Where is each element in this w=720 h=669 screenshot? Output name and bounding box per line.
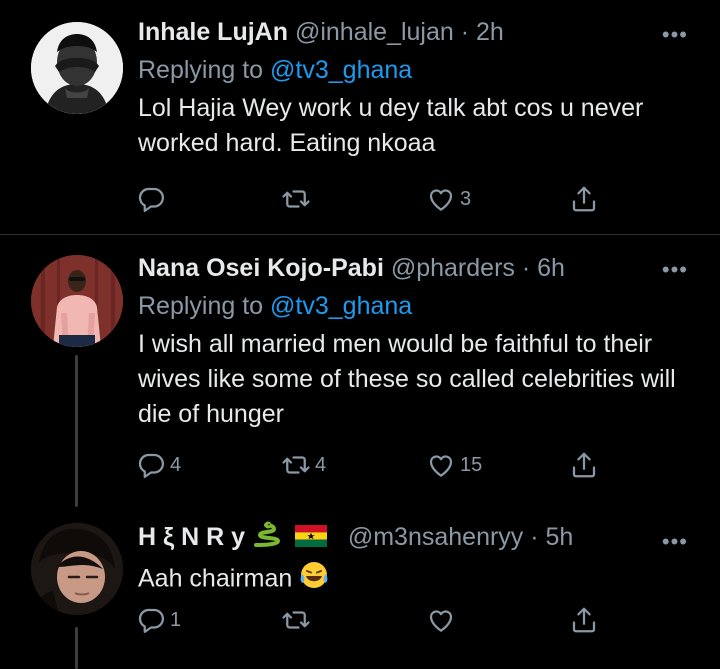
like-button[interactable]: 15 bbox=[426, 448, 482, 482]
snake-icon bbox=[253, 521, 280, 547]
reply-icon bbox=[136, 184, 166, 214]
tweet-header: H ξ N R y @m3nsahenryy · 5h bbox=[138, 521, 700, 556]
heart-icon bbox=[426, 184, 456, 214]
avatar-image bbox=[31, 523, 123, 615]
tweet-text-content: Aah chairman bbox=[138, 564, 293, 593]
replying-label: Replying to bbox=[138, 292, 271, 320]
like-button[interactable] bbox=[426, 603, 460, 637]
heart-icon bbox=[426, 605, 456, 635]
share-icon bbox=[569, 605, 599, 635]
tweet-text: I wish all married men would be faithful… bbox=[138, 330, 676, 428]
reply-button[interactable]: 1 bbox=[136, 603, 181, 637]
share-button[interactable] bbox=[569, 448, 599, 482]
retweet-button[interactable] bbox=[281, 182, 315, 216]
face-with-tears-of-joy-emoji bbox=[299, 560, 329, 600]
tweet-1[interactable]: Inhale LujAn @inhale_lujan · 2h Replying… bbox=[0, 0, 720, 233]
reply-icon bbox=[136, 605, 166, 635]
like-count: 3 bbox=[460, 187, 472, 210]
retweet-icon bbox=[281, 450, 311, 480]
thread-line bbox=[75, 627, 78, 669]
heart-icon bbox=[426, 450, 456, 480]
more-icon[interactable]: ••• bbox=[662, 259, 688, 281]
handle-time[interactable]: @inhale_lujan · 2h bbox=[295, 18, 504, 46]
share-icon bbox=[569, 450, 599, 480]
reply-count: 1 bbox=[170, 608, 182, 631]
reply-count: 4 bbox=[170, 453, 182, 476]
tweet-actions: 4 4 15 bbox=[136, 448, 606, 482]
laughing-icon bbox=[300, 562, 328, 588]
reply-button[interactable]: 4 bbox=[136, 448, 181, 482]
snake-emoji bbox=[252, 521, 282, 556]
retweet-button[interactable]: 4 bbox=[281, 448, 326, 482]
more-icon[interactable]: ••• bbox=[662, 531, 688, 553]
like-count: 15 bbox=[460, 453, 483, 476]
avatar[interactable] bbox=[31, 255, 123, 347]
display-name[interactable]: Inhale LujAn bbox=[138, 18, 288, 46]
display-name[interactable]: H ξ N R y bbox=[138, 523, 245, 551]
avatar[interactable] bbox=[31, 523, 123, 615]
reply-button[interactable] bbox=[136, 182, 170, 216]
avatar[interactable] bbox=[31, 22, 123, 114]
tweet-header: Inhale LujAn @inhale_lujan · 2h bbox=[138, 17, 700, 47]
tweet-actions: 1 bbox=[136, 603, 606, 637]
tweet-2[interactable]: Nana Osei Kojo-Pabi @pharders · 6h Reply… bbox=[0, 235, 720, 507]
tweet-text: Aah chairman bbox=[138, 560, 700, 600]
reply-icon bbox=[136, 450, 166, 480]
ghana-flag-emoji bbox=[294, 524, 327, 554]
handle-time[interactable]: @m3nsahenryy · 5h bbox=[348, 523, 573, 551]
more-icon[interactable]: ••• bbox=[662, 24, 688, 46]
display-name[interactable]: Nana Osei Kojo-Pabi bbox=[138, 254, 384, 282]
mention-link[interactable]: @tv3_ghana bbox=[270, 292, 412, 320]
retweet-button[interactable] bbox=[281, 603, 315, 637]
share-button[interactable] bbox=[569, 182, 599, 216]
replying-to: Replying to @tv3_ghana bbox=[138, 55, 700, 85]
mention-link[interactable]: @tv3_ghana bbox=[270, 56, 412, 84]
thread-line bbox=[75, 355, 78, 507]
flag-icon bbox=[294, 524, 327, 547]
replying-label: Replying to bbox=[138, 56, 271, 84]
share-icon bbox=[569, 184, 599, 214]
tweet-actions: 3 bbox=[136, 182, 606, 216]
share-button[interactable] bbox=[569, 603, 599, 637]
tweet-header: Nana Osei Kojo-Pabi @pharders · 6h bbox=[138, 253, 700, 283]
like-button[interactable]: 3 bbox=[426, 182, 471, 216]
replying-to: Replying to @tv3_ghana bbox=[138, 291, 700, 321]
retweet-count: 4 bbox=[315, 453, 327, 476]
retweet-icon bbox=[281, 184, 311, 214]
handle-time[interactable]: @pharders · 6h bbox=[391, 254, 565, 282]
tweet-3[interactable]: H ξ N R y @m3nsahenryy · 5h Aah chairman… bbox=[0, 507, 720, 669]
avatar-image bbox=[31, 22, 123, 114]
avatar-image bbox=[31, 255, 123, 347]
retweet-icon bbox=[281, 605, 311, 635]
tweet-text: Lol Hajia Wey work u dey talk abt cos u … bbox=[138, 94, 644, 157]
